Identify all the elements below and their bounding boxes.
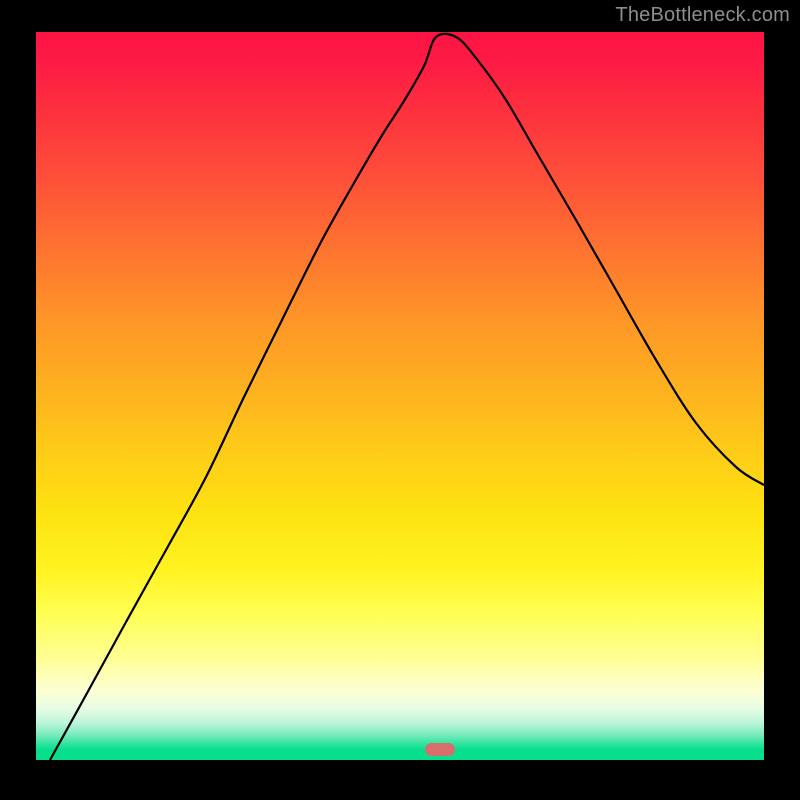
watermark-text: TheBottleneck.com bbox=[615, 4, 790, 27]
target-marker bbox=[425, 743, 455, 756]
curve-svg bbox=[36, 32, 764, 760]
bottleneck-curve bbox=[50, 34, 764, 760]
chart-frame: TheBottleneck.com bbox=[0, 0, 800, 800]
plot-area bbox=[36, 32, 764, 760]
